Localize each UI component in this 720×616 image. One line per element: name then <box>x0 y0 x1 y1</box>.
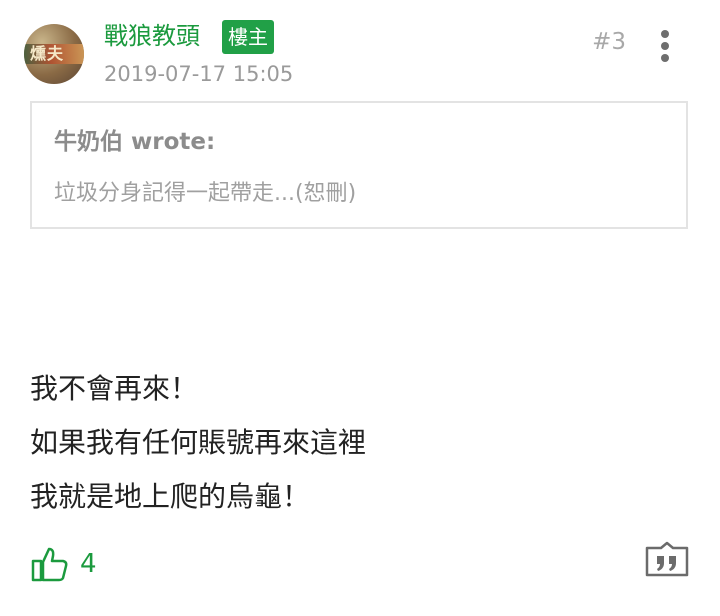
quote-reply-button[interactable] <box>644 541 690 577</box>
quote-reply-icon <box>644 541 690 581</box>
quote-block: 牛奶伯 wrote: 垃圾分身記得一起帶走...(恕刪) <box>30 101 688 229</box>
post-body-line: 我就是地上爬的烏龜！ <box>30 480 311 513</box>
avatar-text: 燻夫 <box>30 44 65 63</box>
avatar[interactable]: 燻夫 <box>24 24 84 84</box>
like-button[interactable]: 4 <box>30 544 97 584</box>
post-body-line: 如果我有任何賬號再來這裡 <box>30 426 367 459</box>
quote-author: 牛奶伯 wrote: <box>54 129 216 155</box>
post-timestamp: 2019-07-17 15:05 <box>104 62 294 86</box>
author-name[interactable]: 戰狼教頭 <box>104 20 200 52</box>
op-badge: 樓主 <box>222 20 274 54</box>
thumbs-up-icon <box>30 544 70 584</box>
post-body-line: 我不會再來！ <box>30 372 199 405</box>
quote-text: 垃圾分身記得一起帶走...(恕刪) <box>54 181 357 206</box>
post-body: 我不會再來！ 如果我有任何賬號再來這裡 我就是地上爬的烏龜！ <box>30 362 690 524</box>
more-options-button[interactable] <box>654 28 676 62</box>
floor-number: #3 <box>592 29 626 55</box>
like-count: 4 <box>80 549 97 579</box>
